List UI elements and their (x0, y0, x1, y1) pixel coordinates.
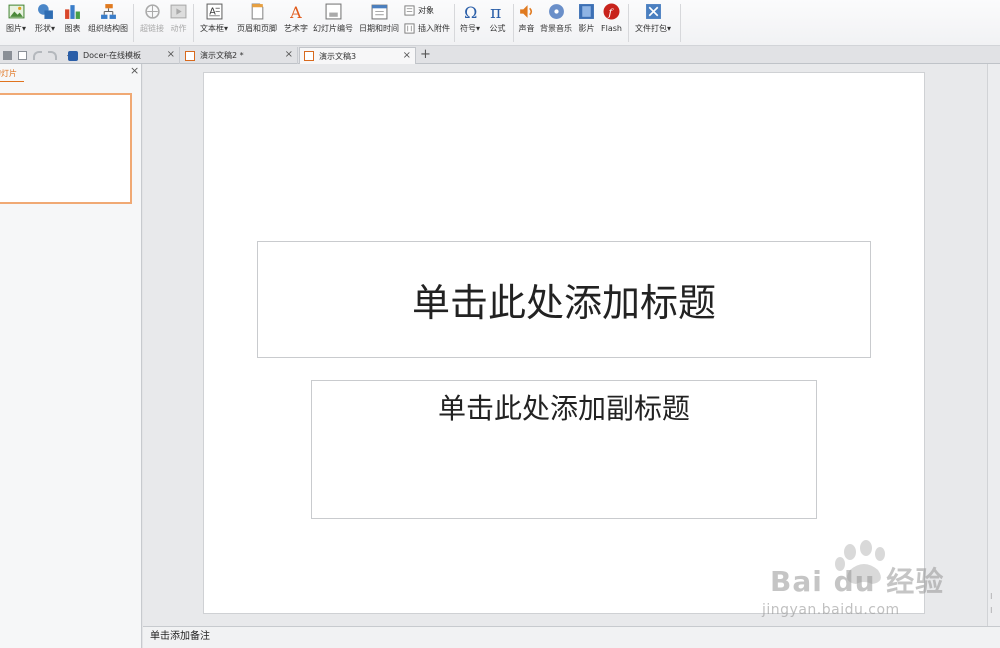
pi-formula-icon: π (490, 3, 501, 20)
picture-button[interactable]: 图片▾ (6, 3, 26, 43)
date-time-button[interactable]: 日期和时间 (359, 3, 399, 43)
new-tab-button[interactable]: + (420, 47, 431, 63)
action-button[interactable]: 动作 (170, 3, 187, 43)
film-icon (579, 4, 594, 19)
watermark-url: jingyan.baidu.com (762, 602, 900, 618)
docer-logo-icon (68, 50, 78, 61)
svg-text:A: A (289, 3, 302, 20)
symbol-button[interactable]: Ω 符号▾ (460, 3, 480, 43)
undo-icon[interactable] (33, 50, 42, 60)
org-chart-button[interactable]: 组织结构图 (88, 3, 128, 43)
slide-number-button[interactable]: 幻灯片编号 (313, 3, 353, 43)
slide-thumbnail[interactable] (0, 93, 132, 204)
picture-icon (8, 4, 24, 19)
sound-button[interactable]: 声音 (518, 3, 535, 43)
org-chart-icon (100, 4, 116, 19)
textbox-button[interactable]: A 文本框▾ (200, 3, 228, 43)
ribbon-toolbar: 图片▾ 形状▾ 图表 组织结构图 超链接 动作 A 文本框▾ 页眉和页脚 A 艺… (0, 0, 1000, 46)
slide-number-icon (325, 3, 341, 20)
print-preview-icon[interactable] (18, 50, 27, 60)
calendar-icon (371, 4, 387, 20)
flash-button[interactable]: f Flash (601, 3, 622, 43)
header-footer-button[interactable]: 页眉和页脚 (237, 3, 277, 43)
omega-symbol-icon: Ω (464, 3, 477, 20)
wordart-button[interactable]: A 艺术字 (284, 3, 308, 43)
chart-button[interactable]: 图表 (64, 3, 81, 43)
slides-panel-tab[interactable]: 幻灯片 (0, 68, 17, 79)
print-icon[interactable] (3, 50, 12, 60)
object-button[interactable]: 对象 (404, 3, 434, 17)
tab-presentation-3[interactable]: 演示文稿3 × (299, 47, 416, 64)
svg-text:Ω: Ω (464, 3, 477, 20)
tab-close-button[interactable]: × (167, 49, 175, 61)
next-slide-icon[interactable]: ⁝ (990, 607, 993, 615)
subtitle-placeholder[interactable]: 单击此处添加副标题 (311, 380, 817, 519)
action-icon (170, 4, 187, 19)
document-tab-bar: Docer-在线模板 × 演示文稿2 * × 演示文稿3 × + (0, 46, 1000, 64)
panel-close-button[interactable]: × (130, 64, 139, 77)
formula-button[interactable]: π 公式 (489, 3, 506, 43)
textbox-icon: A (206, 3, 222, 20)
object-icon (404, 4, 415, 16)
speaker-icon (520, 5, 533, 18)
attachment-icon (404, 22, 415, 34)
watermark-brand: Bai du 经验 (770, 565, 945, 598)
hyperlink-icon (144, 4, 160, 19)
shape-button[interactable]: 形状▾ (35, 3, 55, 43)
file-pack-button[interactable]: 文件打包▾ (635, 3, 671, 43)
tab-close-button[interactable]: × (403, 50, 411, 62)
wordart-icon: A (289, 3, 302, 20)
tab-docer-templates[interactable]: Docer-在线模板 × (64, 47, 180, 64)
hyperlink-button[interactable]: 超链接 (140, 3, 164, 43)
presentation-file-icon (185, 50, 195, 61)
tab-close-button[interactable]: × (285, 49, 293, 61)
shape-icon (37, 4, 53, 19)
package-icon (645, 4, 661, 19)
header-footer-icon (251, 3, 263, 20)
background-music-button[interactable]: 背景音乐 (540, 3, 572, 43)
flash-icon: f (603, 3, 620, 20)
previous-slide-icon[interactable]: ⁝ (990, 593, 993, 601)
vertical-scrollbar[interactable]: ⁝ ⁝ (987, 64, 1000, 626)
bar-chart-icon (65, 5, 80, 19)
svg-text:π: π (490, 3, 501, 20)
presentation-file-icon (304, 51, 314, 61)
movie-button[interactable]: 影片 (578, 3, 595, 43)
music-disc-icon (548, 4, 564, 19)
slides-panel: 幻灯片 × (0, 64, 142, 648)
tab-presentation-2[interactable]: 演示文稿2 * × (181, 47, 298, 64)
redo-icon[interactable] (48, 50, 57, 60)
attachment-button[interactable]: 插入附件 (404, 21, 450, 35)
title-placeholder[interactable]: 单击此处添加标题 (257, 241, 871, 358)
